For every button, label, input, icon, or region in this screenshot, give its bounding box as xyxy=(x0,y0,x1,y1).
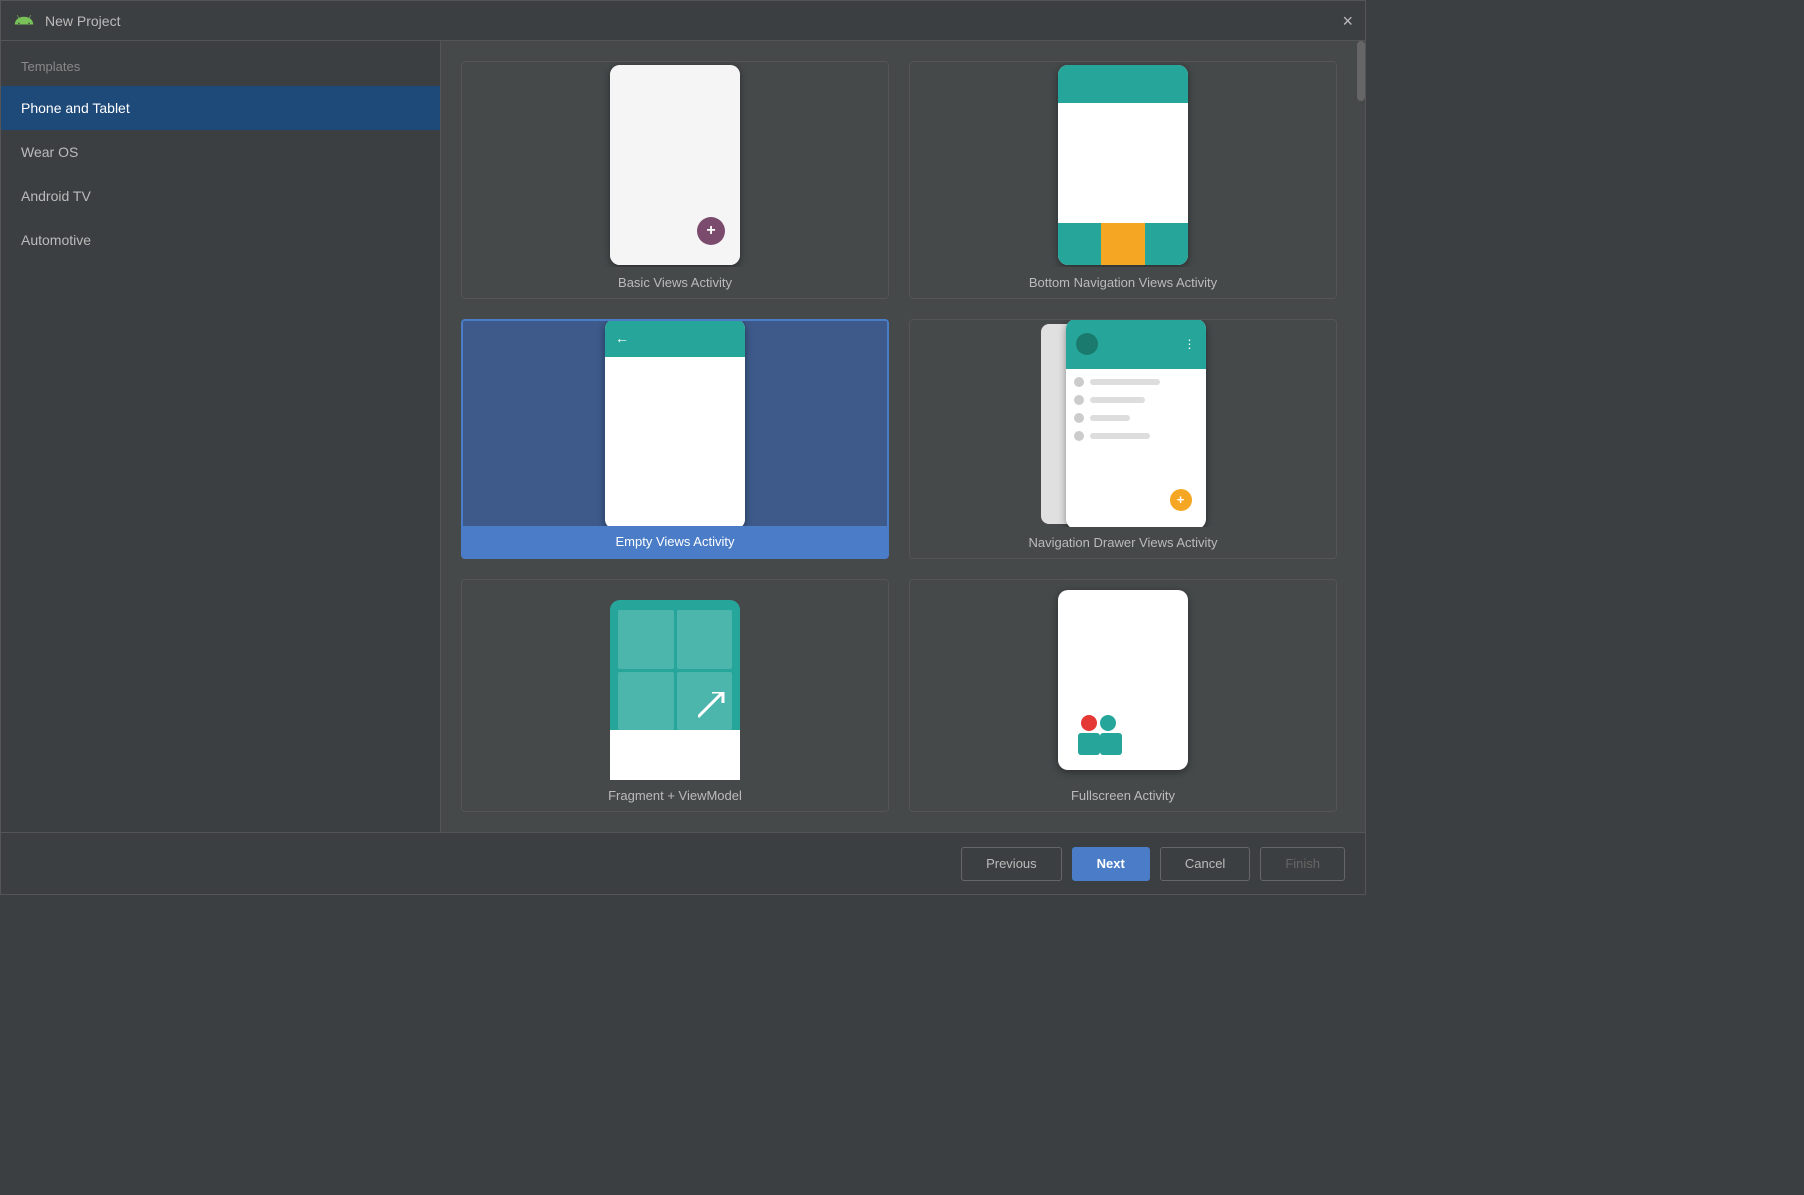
template-bottom-nav[interactable]: Bottom Navigation Views Activity xyxy=(909,61,1337,299)
template-preview-empty-views: ← xyxy=(463,321,887,526)
fab-plus-icon: + xyxy=(697,217,725,245)
ndva-fab-icon: + xyxy=(1170,489,1192,511)
ndva-circle-3 xyxy=(1074,413,1084,423)
ndva-row-3 xyxy=(1074,413,1198,423)
ndva-phone-mockup: ⋮ xyxy=(1041,320,1206,527)
ndva-circle-2 xyxy=(1074,395,1084,405)
sidebar-item-wear-os[interactable]: Wear OS xyxy=(1,130,440,174)
template-preview-bottom-nav xyxy=(910,62,1336,267)
template-fullscreen[interactable]: Fullscreen Activity xyxy=(909,579,1337,812)
teal-cell-3 xyxy=(618,672,674,731)
template-label-fragment: Fragment + ViewModel xyxy=(462,780,888,811)
ndva-line-1 xyxy=(1090,379,1160,385)
ndva-main: ⋮ xyxy=(1066,320,1206,527)
person-figure xyxy=(1078,715,1100,755)
bnva-phone-mockup xyxy=(1058,65,1188,265)
ndva-line-2 xyxy=(1090,397,1145,403)
person-body xyxy=(1078,733,1100,755)
template-preview-basic-views: + xyxy=(462,62,888,267)
title-bar: New Project × xyxy=(1,1,1365,41)
android-icon xyxy=(13,10,35,32)
dialog-title: New Project xyxy=(45,13,1342,29)
ndva-line-4 xyxy=(1090,433,1150,439)
person-head xyxy=(1081,715,1097,731)
template-basic-views[interactable]: + Basic Views Activity xyxy=(461,61,889,299)
teal-cell-2 xyxy=(677,610,733,669)
second-person-body xyxy=(1100,733,1122,755)
scrollbar-thumb[interactable] xyxy=(1357,41,1365,101)
cancel-button[interactable]: Cancel xyxy=(1160,847,1250,881)
fragment-white-bottom xyxy=(610,730,740,780)
ndva-body xyxy=(1066,369,1206,457)
content-area: Templates Phone and Tablet Wear OS Andro… xyxy=(1,41,1365,832)
template-preview-fragment xyxy=(462,580,888,780)
template-label-nav-drawer: Navigation Drawer Views Activity xyxy=(910,527,1336,558)
ndva-row-4 xyxy=(1074,431,1198,441)
sidebar-item-phone-tablet[interactable]: Phone and Tablet xyxy=(1,86,440,130)
arrow-icon xyxy=(698,692,728,725)
ndva-row-1 xyxy=(1074,377,1198,387)
finish-button[interactable]: Finish xyxy=(1260,847,1345,881)
ndva-line-3 xyxy=(1090,415,1130,421)
fragment-phone-mockup xyxy=(610,600,740,780)
template-preview-nav-drawer: ⋮ xyxy=(910,320,1336,527)
bva-phone-mockup: + xyxy=(610,65,740,265)
template-fragment-viewmodel[interactable]: Fragment + ViewModel xyxy=(461,579,889,812)
close-button[interactable]: × xyxy=(1342,12,1353,30)
ndva-header: ⋮ xyxy=(1066,320,1206,369)
eva-body xyxy=(605,357,745,527)
ndva-menu-icon: ⋮ xyxy=(1184,337,1196,351)
template-label-bottom-nav: Bottom Navigation Views Activity xyxy=(910,267,1336,298)
previous-button[interactable]: Previous xyxy=(961,847,1062,881)
sidebar-item-automotive[interactable]: Automotive xyxy=(1,218,440,262)
ndva-row-2 xyxy=(1074,395,1198,405)
nav-item-3 xyxy=(1145,223,1188,265)
fullscreen-phone-mockup xyxy=(1058,590,1188,770)
template-label-fullscreen: Fullscreen Activity xyxy=(910,780,1336,811)
next-button[interactable]: Next xyxy=(1072,847,1150,881)
scrollbar-track[interactable] xyxy=(1357,41,1365,832)
ndva-circle-4 xyxy=(1074,431,1084,441)
eva-phone-mockup: ← xyxy=(605,321,745,526)
back-arrow-icon: ← xyxy=(615,330,629,346)
template-empty-views[interactable]: ← Empty Views Activity xyxy=(461,319,889,559)
footer-bar: Previous Next Cancel Finish xyxy=(1,832,1365,894)
ndva-avatar xyxy=(1076,333,1098,355)
ndva-circle-1 xyxy=(1074,377,1084,387)
sidebar-item-android-tv[interactable]: Android TV xyxy=(1,174,440,218)
nav-item-active xyxy=(1101,223,1144,265)
second-person-head xyxy=(1100,715,1116,731)
template-label-basic-views: Basic Views Activity xyxy=(462,267,888,298)
eva-header: ← xyxy=(605,321,745,357)
new-project-dialog: New Project × Templates Phone and Tablet… xyxy=(0,0,1366,895)
sidebar: Templates Phone and Tablet Wear OS Andro… xyxy=(1,41,441,832)
sidebar-header: Templates xyxy=(1,51,440,86)
nav-item-1 xyxy=(1058,223,1101,265)
template-label-empty-views: Empty Views Activity xyxy=(463,526,887,557)
template-nav-drawer[interactable]: ⋮ xyxy=(909,319,1337,559)
teal-cell-1 xyxy=(618,610,674,669)
template-preview-fullscreen xyxy=(910,580,1336,780)
second-person-figure xyxy=(1100,715,1122,755)
templates-grid: + Basic Views Activity xyxy=(441,41,1357,832)
